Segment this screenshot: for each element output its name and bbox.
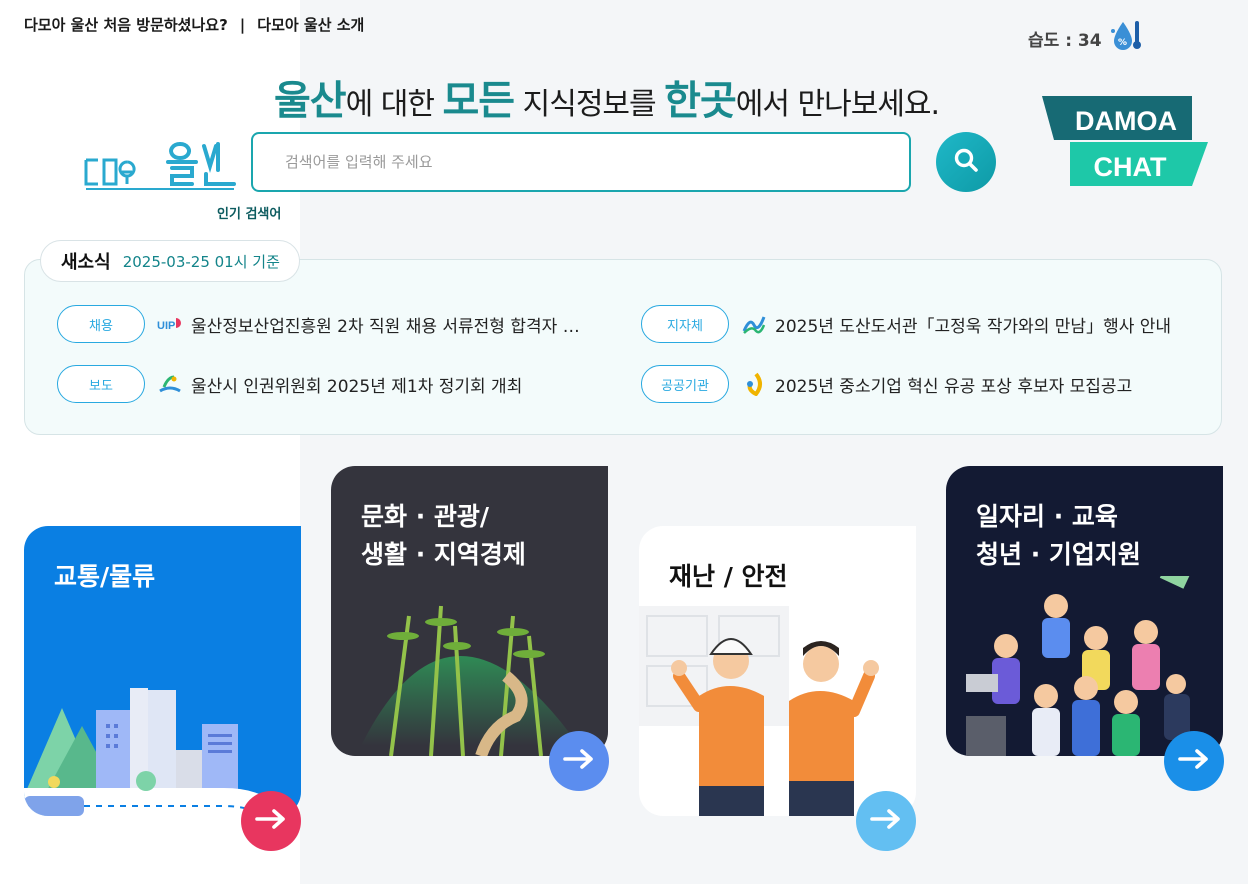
- search-icon: [953, 147, 979, 177]
- headline-text-3: 에서 만나보세요.: [735, 87, 940, 122]
- news-text[interactable]: 2025년 중소기업 혁신 유공 포상 후보자 모집공고: [775, 372, 1132, 397]
- workers-group-illustration-icon: [966, 576, 1191, 756]
- news-tag[interactable]: 공공기관: [641, 365, 729, 403]
- arrow-right-icon: [870, 809, 902, 833]
- top-links-separator: |: [239, 15, 246, 34]
- humidity-label: 습도 : 34: [1028, 31, 1102, 51]
- news-timestamp: 2025-03-25 01시 기준: [122, 252, 280, 271]
- safety-arrow-button[interactable]: [856, 791, 916, 851]
- transport-illustration-icon: [24, 688, 285, 816]
- news-header: 새소식 2025-03-25 01시 기준: [40, 240, 300, 282]
- arrow-right-icon: [1178, 749, 1210, 773]
- page-headline: 울산에 대한 모든 지식정보를 한곳에서 만나보세요.: [274, 68, 940, 126]
- headline-ulsan: 울산: [274, 78, 347, 124]
- category-card-culture[interactable]: 문화 · 관광/ 생활 · 지역경제: [331, 466, 608, 756]
- svg-text:%: %: [1118, 38, 1127, 48]
- category-label: 일자리 · 교육 청년 · 기업지원: [976, 502, 1141, 569]
- bamboo-forest-illustration-icon: [361, 605, 579, 756]
- news-panel: 채용 UIP 울산정보산업진흥원 2차 직원 채용 서류전형 합격자 및 ...…: [24, 259, 1222, 435]
- about-link[interactable]: 다모아 울산 소개: [257, 14, 364, 35]
- news-text[interactable]: 울산시 인권위원회 2025년 제1차 정기회 개최: [191, 372, 522, 397]
- arrow-right-icon: [255, 809, 287, 833]
- news-item[interactable]: 채용 UIP 울산정보산업진흥원 2차 직원 채용 서류전형 합격자 및 ...: [57, 305, 591, 343]
- culture-arrow-button[interactable]: [549, 731, 609, 791]
- headline-text-1: 에 대한: [345, 87, 443, 122]
- category-card-jobs[interactable]: 일자리 · 교육 청년 · 기업지원: [946, 466, 1223, 756]
- svg-text:UIP: UIP: [157, 320, 175, 332]
- news-tag[interactable]: 채용: [57, 305, 145, 343]
- search-input[interactable]: [283, 152, 887, 172]
- category-label: 문화 · 관광/ 생활 · 지역경제: [361, 502, 526, 569]
- news-tag[interactable]: 보도: [57, 365, 145, 403]
- category-label: 재난 / 안전: [669, 562, 788, 591]
- headline-all: 모든: [442, 78, 515, 124]
- damoa-chat-button[interactable]: DAMOA CHAT: [1042, 96, 1208, 188]
- news-text[interactable]: 울산정보산업진흥원 2차 직원 채용 서류전형 합격자 및 ...: [191, 312, 591, 337]
- headline-one-place: 한곳: [664, 78, 737, 124]
- chat-badge-line2: CHAT: [1094, 152, 1167, 182]
- search-box: [251, 132, 911, 192]
- humidity-widget: 습도 : 34 %: [1028, 18, 1142, 59]
- category-card-transport[interactable]: 교통/물류: [24, 526, 301, 816]
- firefighters-illustration-icon: [639, 606, 879, 816]
- chat-badge-line1: DAMOA: [1075, 106, 1177, 136]
- news-item[interactable]: 공공기관 2025년 중소기업 혁신 유공 포상 후보자 모집공고: [641, 365, 1132, 403]
- dongnam-district-logo-icon: [741, 311, 767, 337]
- ulsan-city-logo-icon: [157, 371, 183, 397]
- uipa-logo-icon: UIP: [157, 311, 183, 337]
- news-text[interactable]: 2025년 도산도서관「고정욱 작가와의 만남」행사 안내: [775, 312, 1171, 337]
- popular-keywords-label[interactable]: 인기 검색어: [217, 203, 281, 222]
- humidity-drop-icon: %: [1110, 18, 1142, 59]
- public-agency-logo-icon: [741, 371, 767, 397]
- jobs-arrow-button[interactable]: [1164, 731, 1224, 791]
- category-label: 교통/물류: [54, 562, 156, 591]
- damoa-ulsan-logo[interactable]: [84, 138, 236, 192]
- headline-text-2: 지식정보를: [514, 87, 665, 122]
- search-button[interactable]: [936, 132, 996, 192]
- category-card-safety[interactable]: 재난 / 안전: [639, 526, 916, 816]
- first-visit-link[interactable]: 다모아 울산 처음 방문하셨나요?: [24, 14, 228, 35]
- news-tag[interactable]: 지자체: [641, 305, 729, 343]
- news-item[interactable]: 보도 울산시 인권위원회 2025년 제1차 정기회 개최: [57, 365, 522, 403]
- top-links: 다모아 울산 처음 방문하셨나요? | 다모아 울산 소개: [24, 14, 364, 35]
- transport-arrow-button[interactable]: [241, 791, 301, 851]
- arrow-right-icon: [563, 749, 595, 773]
- news-title: 새소식: [61, 252, 111, 273]
- news-item[interactable]: 지자체 2025년 도산도서관「고정욱 작가와의 만남」행사 안내: [641, 305, 1171, 343]
